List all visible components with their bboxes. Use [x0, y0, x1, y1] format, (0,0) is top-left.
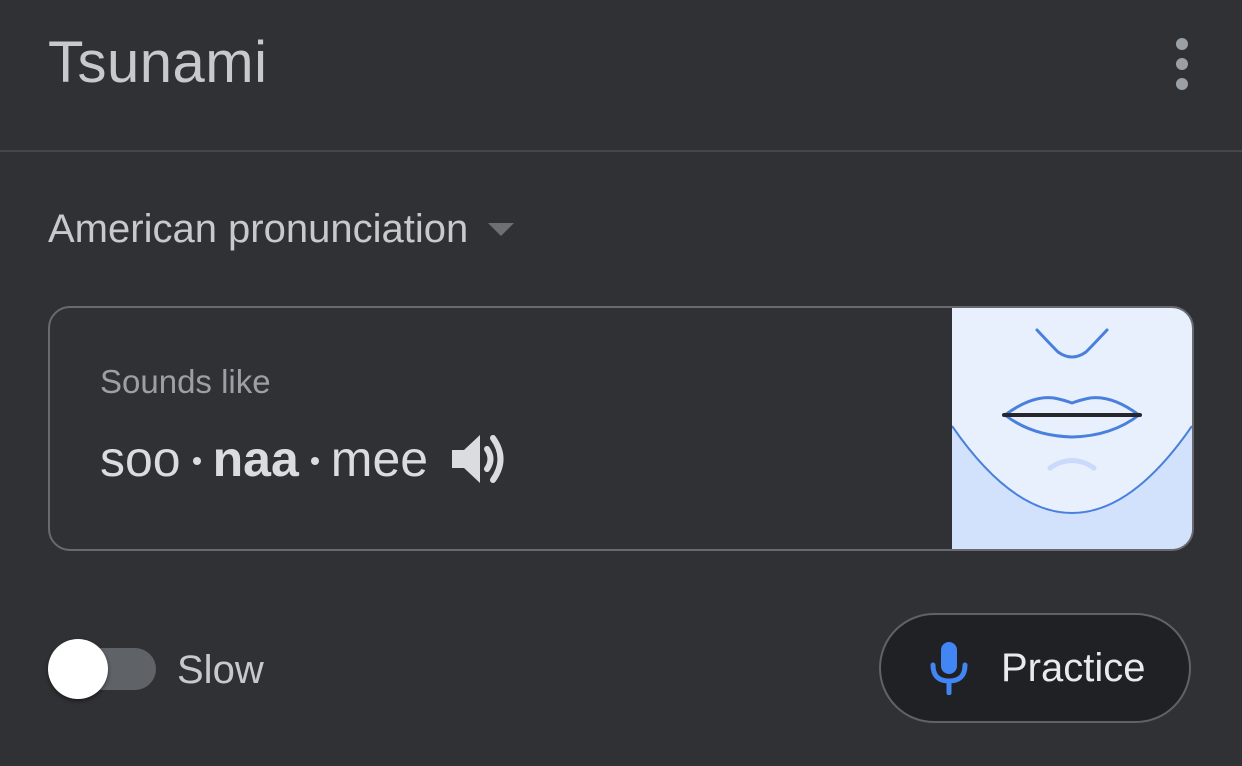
accent-dropdown[interactable]: American pronunciation	[48, 204, 515, 254]
syllable: soo	[100, 431, 181, 487]
slow-label: Slow	[177, 648, 264, 692]
accent-label: American pronunciation	[48, 207, 469, 251]
practice-button[interactable]: Practice	[879, 613, 1191, 723]
mouth-shape-illustration	[952, 308, 1192, 549]
header: Tsunami	[0, 0, 1242, 152]
word-title: Tsunami	[48, 30, 268, 95]
more-options-button[interactable]	[1160, 36, 1204, 92]
slow-toggle[interactable]	[48, 638, 156, 700]
dropdown-caret-icon	[488, 223, 515, 236]
sounds-like-label: Sounds like	[100, 363, 271, 400]
syllable-separator	[310, 457, 319, 465]
pronunciation-card: Sounds like soo naa mee	[48, 306, 1194, 551]
more-vert-icon	[1176, 38, 1188, 90]
practice-label: Practice	[1001, 646, 1146, 690]
syllable: mee	[330, 431, 429, 487]
toggle-knob	[48, 639, 108, 699]
speaker-icon[interactable]	[450, 430, 508, 488]
stressed-syllable: naa	[212, 431, 299, 487]
phonetic-spelling: soo naa mee	[100, 426, 508, 492]
microphone-icon	[930, 642, 968, 695]
syllable-separator	[192, 457, 201, 465]
